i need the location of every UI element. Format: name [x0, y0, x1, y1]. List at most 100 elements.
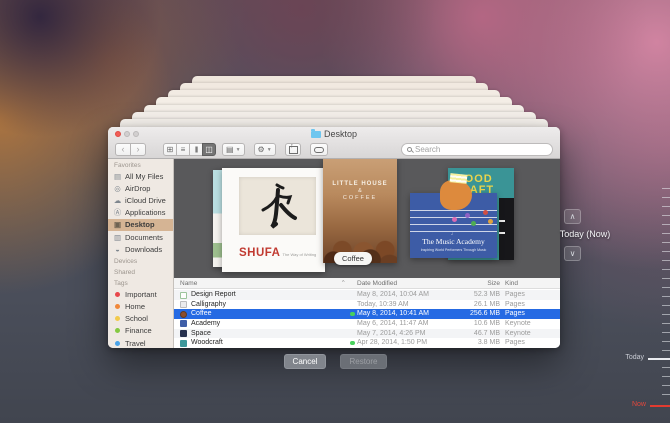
now-tick[interactable] [650, 405, 670, 407]
sidebar-item-tag-finance[interactable]: Finance [108, 325, 173, 337]
timeline-tick [662, 260, 670, 261]
tag-green-icon [115, 328, 120, 333]
sidebar-item-label: Documents [125, 233, 163, 242]
pages-doc-icon [180, 292, 187, 299]
sidebar-item-tag-important[interactable]: Important [108, 288, 173, 300]
list-header: Name ^ Date Modified Size Kind [174, 278, 560, 289]
file-date: May 7, 2014, 4:26 PM [357, 330, 425, 337]
search-field[interactable] [401, 143, 553, 156]
time-machine-timeline[interactable]: Today Now [600, 0, 670, 423]
coverflow-view-icon: ◫ [205, 145, 213, 154]
back-button[interactable]: ‹ [115, 143, 131, 156]
restore-button[interactable]: Restore [340, 354, 387, 369]
column-header-size[interactable]: Size [424, 280, 500, 287]
sidebar-item-downloads[interactable]: ◒Downloads [108, 243, 173, 255]
table-row[interactable]: Academy May 6, 2014, 11:47 AM 10.6 MB Ke… [174, 319, 560, 329]
sidebar-section-tags: Tags [108, 277, 173, 288]
cover-preview-music-academy[interactable]: ♩ The Music Academy Inspiring World Perf… [410, 193, 497, 258]
table-row-selected[interactable]: Coffee May 8, 2014, 10:41 AM 256.6 MB Pa… [174, 309, 560, 319]
note-dot [452, 217, 457, 222]
sidebar-item-label: All My Files [125, 172, 163, 181]
timeline-tick [662, 269, 670, 270]
timeline-tick [662, 332, 670, 333]
table-row[interactable]: Design Report May 8, 2014, 10:04 AM 52.3… [174, 290, 560, 300]
cover-preview-shufa[interactable]: SHUFAThe Way of Writing [222, 168, 325, 272]
table-row[interactable]: Woodcraft Apr 28, 2014, 1:50 PM 3.8 MB P… [174, 338, 560, 348]
timeline-tick [662, 385, 670, 386]
sidebar-item-all-my-files[interactable]: ▤All My Files [108, 170, 173, 182]
column-view-button[interactable]: ||| [189, 143, 203, 156]
today-tick[interactable] [648, 358, 670, 360]
share-button[interactable] [285, 143, 301, 156]
timeline-tick [662, 188, 670, 189]
search-icon [407, 147, 412, 152]
cancel-button[interactable]: Cancel [284, 354, 326, 369]
file-kind: Pages [505, 291, 525, 298]
all-my-files-icon: ▤ [113, 172, 122, 181]
traffic-lights [115, 131, 139, 137]
note-dot [471, 221, 476, 226]
tag-orange-icon [115, 304, 120, 309]
sidebar-item-applications[interactable]: ⒶApplications [108, 207, 173, 219]
sidebar-item-label: Home [125, 302, 145, 311]
cuff-artwork [450, 173, 468, 184]
timeline-tick [662, 394, 670, 395]
window-title-text: Desktop [324, 129, 357, 139]
arrange-button[interactable]: ▤ ▼ [222, 143, 245, 156]
timeline-tick [662, 242, 670, 243]
table-row[interactable]: Space May 7, 2014, 4:26 PM 46.7 MB Keyno… [174, 329, 560, 339]
sort-ascending-icon: ^ [342, 280, 345, 286]
sidebar-item-tag-home[interactable]: Home [108, 301, 173, 313]
chevron-down-icon: ∨ [570, 249, 576, 258]
column-header-name[interactable]: Name [180, 280, 197, 287]
timeline-forward-button[interactable]: ∨ [564, 246, 581, 261]
tag-yellow-icon [115, 316, 120, 321]
sidebar-item-label: Downloads [125, 245, 162, 254]
chevron-up-icon: ∧ [570, 212, 576, 221]
keynote-doc-icon [180, 320, 187, 327]
calligraphy-glyph-icon [253, 181, 301, 231]
file-size: 52.3 MB [424, 291, 500, 298]
forward-button[interactable]: › [130, 143, 146, 156]
sidebar-item-label: Desktop [125, 220, 155, 229]
coverflow-view-button[interactable]: ◫ [202, 143, 216, 156]
sidebar-item-airdrop[interactable]: ◎AirDrop [108, 182, 173, 194]
column-header-kind[interactable]: Kind [505, 280, 518, 287]
file-list: Design Report May 8, 2014, 10:04 AM 52.3… [174, 290, 560, 348]
music-academy-subtitle: Inspiring World Performers Through Music [410, 248, 497, 252]
piano-keys-artwork [499, 198, 514, 260]
zoom-button [133, 131, 139, 137]
sidebar-item-icloud-drive[interactable]: ☁iCloud Drive [108, 194, 173, 206]
column-header-date[interactable]: Date Modified [357, 280, 397, 287]
list-view-button[interactable]: ≡ [176, 143, 190, 156]
coffee-cover-text: LITTLE HOUSE & COFFEE [323, 181, 397, 201]
cover-preview-coffee[interactable]: LITTLE HOUSE & COFFEE [323, 159, 397, 263]
sidebar-item-label: Applications [125, 208, 165, 217]
action-button[interactable]: ⚙ ▼ [254, 143, 276, 156]
file-size: 46.7 MB [424, 330, 500, 337]
back-icon: ‹ [122, 144, 125, 154]
sidebar-item-documents[interactable]: ▥Documents [108, 231, 173, 243]
close-button[interactable] [115, 131, 121, 137]
icon-view-button[interactable]: ⊞ [163, 143, 177, 156]
file-date: May 8, 2014, 10:41 AM [357, 310, 429, 317]
timeline-tick [662, 350, 670, 351]
file-date: Today, 10:39 AM [357, 301, 409, 308]
sidebar-item-tag-travel[interactable]: Travel [108, 337, 173, 348]
window-body: Favorites ▤All My Files ◎AirDrop ☁iCloud… [108, 159, 560, 348]
table-row[interactable]: Calligraphy Today, 10:39 AM 26.1 MB Page… [174, 300, 560, 310]
timeline-tick [662, 278, 670, 279]
now-label: Now [632, 401, 646, 408]
coffee-title-line1: LITTLE HOUSE [323, 181, 397, 187]
hand-artwork [440, 180, 472, 210]
sidebar-item-desktop[interactable]: ▣Desktop [108, 219, 173, 231]
timeline-tick [662, 251, 670, 252]
search-input[interactable] [415, 145, 547, 154]
file-kind: Pages [505, 301, 525, 308]
window-chrome: Desktop ‹ › ⊞ ≡ ||| ◫ ▤ ▼ ⚙ ▼ [108, 127, 560, 159]
timeline-back-button[interactable]: ∧ [564, 209, 581, 224]
sidebar-item-tag-school[interactable]: School [108, 313, 173, 325]
downloads-icon: ◒ [113, 245, 122, 254]
tag-icon [314, 147, 324, 153]
tags-button[interactable] [310, 143, 328, 156]
